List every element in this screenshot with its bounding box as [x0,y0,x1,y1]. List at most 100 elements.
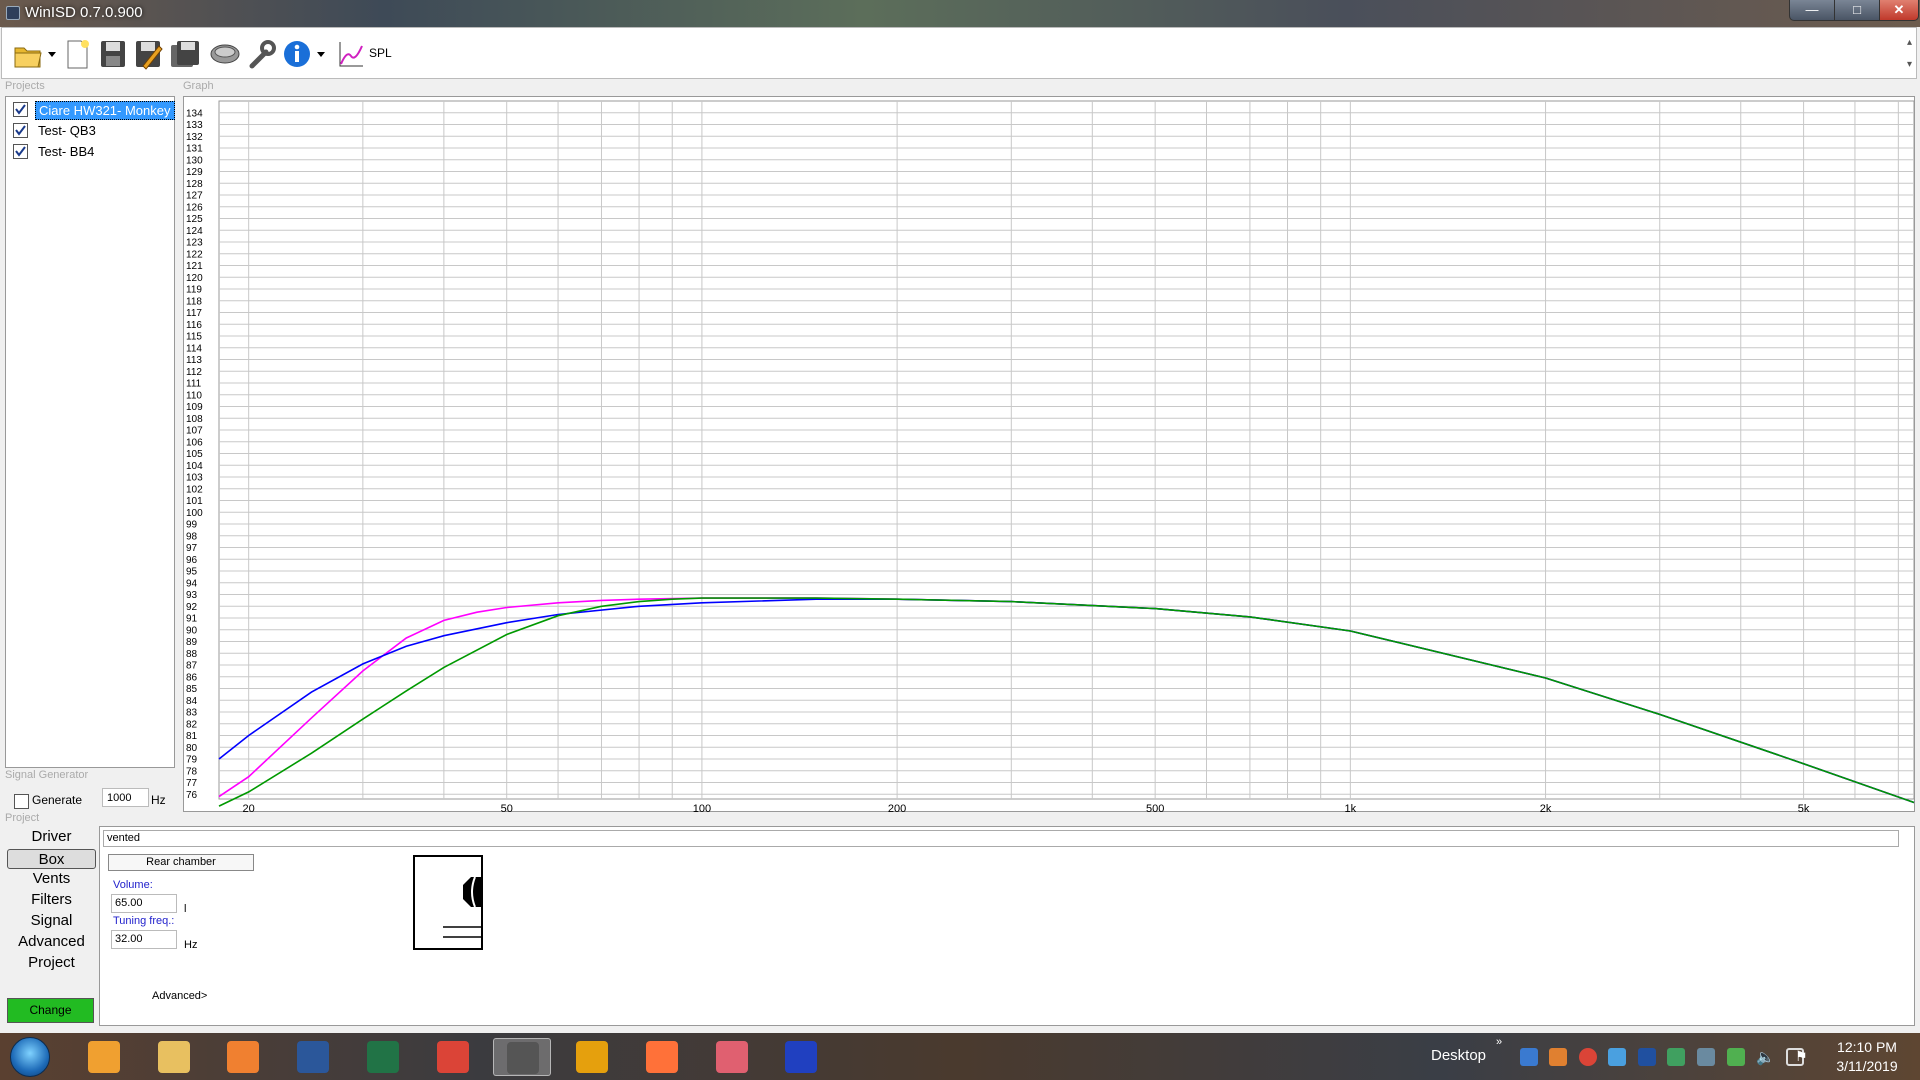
project-checkbox[interactable] [13,123,28,138]
spl-graph-icon[interactable] [337,38,365,70]
box-type-select[interactable]: vented [103,830,1899,847]
advanced-link[interactable]: Advanced> [152,990,207,1002]
firefox-icon [646,1041,678,1073]
project-name: Test- QB3 [38,123,96,138]
save-all-icon[interactable] [169,38,201,70]
change-button[interactable]: Change [7,998,94,1023]
taskbar: » Desktop 🔈 ⚑ 12:10 PM 3/11/2019 [0,1033,1920,1080]
toolbar: SPL ▴ ▾ [1,27,1917,79]
tab-vents[interactable]: Vents [7,869,96,889]
tab-driver[interactable]: Driver [7,827,96,847]
tray-app-icon[interactable] [1608,1048,1626,1066]
y-tick-label: 105 [186,449,203,460]
clock[interactable]: 12:10 PM 3/11/2019 [1822,1038,1912,1076]
y-tick-label: 116 [186,320,202,331]
volume-input[interactable]: 65.00 [111,894,177,913]
tray-app-icon[interactable] [1727,1048,1745,1066]
tray-app-icon[interactable] [1638,1048,1656,1066]
y-tick-label: 111 [186,379,202,390]
tab-filters[interactable]: Filters [7,890,96,910]
y-tick-label: 114 [186,343,202,354]
spl-graph[interactable]: 76 77 78 79 80 81 82 83 84 85 86 87 88 89 90 91 92 93 94 95… [183,96,1916,813]
project-checkbox[interactable] [13,102,28,117]
project-item[interactable]: Ciare HW321- Monkey [10,100,175,120]
desktop-chevron-icon[interactable]: » [1496,1036,1502,1048]
y-tick-label: 122 [186,249,203,260]
open-folder-icon[interactable] [13,38,43,70]
y-tick-label: 126 [186,202,203,213]
y-tick-label: 130 [186,155,203,166]
wrench-icon[interactable] [246,38,278,70]
start-button[interactable] [10,1037,50,1077]
info-dropdown-chevron-icon[interactable] [315,38,327,70]
x-tick-label: 2k [1540,803,1552,813]
spl-chart[interactable]: 7677787980818283848586878889909192939495… [184,97,1916,813]
save-as-icon[interactable] [133,38,163,70]
y-tick-label: 102 [186,484,203,495]
media-player-icon [227,1041,259,1073]
tray-app-icon[interactable] [1667,1048,1685,1066]
x-tick-label: 5k [1798,803,1810,813]
tab-signal[interactable]: Signal [7,911,96,931]
y-tick-label: 120 [186,273,203,284]
y-tick-label: 76 [186,790,198,801]
tab-project[interactable]: Project [7,953,96,973]
taskbar-app[interactable] [214,1038,272,1076]
y-tick-label: 112 [186,367,202,378]
generate-checkbox[interactable] [14,794,29,809]
taskbar-app[interactable] [75,1038,133,1076]
taskbar-app[interactable] [424,1038,482,1076]
project-item[interactable]: Test- BB4 [10,142,174,161]
y-tick-label: 132 [186,132,203,143]
close-button[interactable]: ✕ [1879,0,1919,21]
desktop-toolbar-label[interactable]: Desktop [1431,1047,1486,1064]
y-tick-label: 98 [186,531,198,542]
spl-label[interactable]: SPL [369,46,392,60]
tray-app-icon[interactable] [1549,1048,1567,1066]
tray-chrome-icon[interactable] [1579,1048,1597,1066]
x-tick-label: 100 [693,803,711,813]
x-tick-label: 200 [888,803,906,813]
y-tick-label: 128 [186,179,203,190]
y-tick-label: 95 [186,567,198,578]
taskbar-app[interactable] [772,1038,830,1076]
project-checkbox[interactable] [13,144,28,159]
driver-icon[interactable] [209,38,241,70]
minimize-button[interactable]: — [1789,0,1835,21]
new-file-icon[interactable] [63,38,91,70]
volume-icon[interactable]: 🔈 [1756,1048,1775,1066]
app-icon [785,1041,817,1073]
info-icon[interactable] [282,38,312,70]
save-icon[interactable] [98,38,128,70]
y-tick-label: 131 [186,144,203,155]
action-center-flag-icon[interactable]: ⚑ [1795,1048,1813,1066]
tuning-freq-unit: Hz [184,939,198,951]
volume-label: Volume: [113,879,153,891]
tray-app-icon[interactable] [1697,1048,1715,1066]
tray-app-icon[interactable] [1520,1048,1538,1066]
winisd-app-icon [6,6,20,20]
tab-box[interactable]: Box [7,849,96,869]
taskbar-app[interactable] [354,1038,412,1076]
open-dropdown-chevron-icon[interactable] [46,38,58,70]
tab-advanced[interactable]: Advanced [7,932,96,952]
tuning-freq-input[interactable]: 32.00 [111,930,177,949]
y-tick-label: 89 [186,637,198,648]
y-tick-label: 94 [186,578,198,589]
taskbar-app[interactable] [145,1038,203,1076]
toolbar-overflow[interactable]: ▴ ▾ [1907,32,1912,76]
y-tick-label: 133 [186,120,203,131]
y-tick-label: 125 [186,214,203,225]
rear-chamber-button[interactable]: Rear chamber [108,854,254,871]
signal-frequency-input[interactable] [102,788,149,807]
taskbar-app[interactable] [284,1038,342,1076]
taskbar-app[interactable] [633,1038,691,1076]
taskbar-app[interactable] [563,1038,621,1076]
project-item[interactable]: Test- QB3 [10,121,174,140]
signal-generator: Generate Hz [5,785,175,815]
maximize-button[interactable]: □ [1834,0,1880,21]
snipping-tool-icon [716,1041,748,1073]
taskbar-app[interactable] [493,1038,551,1076]
taskbar-app[interactable] [703,1038,761,1076]
y-tick-label: 106 [186,437,203,448]
